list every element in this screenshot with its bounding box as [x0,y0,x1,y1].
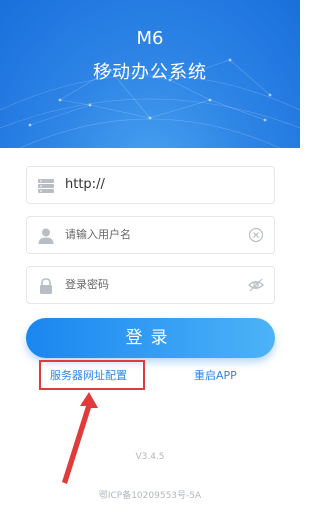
user-icon [38,228,54,244]
header-banner: M6 移动办公系统 [0,0,300,148]
password-input[interactable] [65,267,235,303]
restart-app-link[interactable]: 重启APP [194,367,237,383]
username-field[interactable] [26,216,275,254]
username-input[interactable] [65,217,235,253]
app-subtitle: 移动办公系统 [93,62,207,83]
server-url-field[interactable] [26,166,275,204]
highlight-box [39,360,145,390]
eye-icon[interactable] [248,277,264,293]
icp-text: 鄂ICP备10209553号-5A [98,491,202,501]
login-button[interactable]: 登录 [26,318,275,358]
clear-icon[interactable] [248,227,264,243]
version-text: V3.4.5 [135,452,165,462]
password-field[interactable] [26,266,275,304]
red-arrow [62,392,98,484]
lock-icon [40,278,52,294]
server-url-input[interactable] [65,167,235,203]
app-title: M6 [136,28,164,49]
server-icon [38,179,54,193]
